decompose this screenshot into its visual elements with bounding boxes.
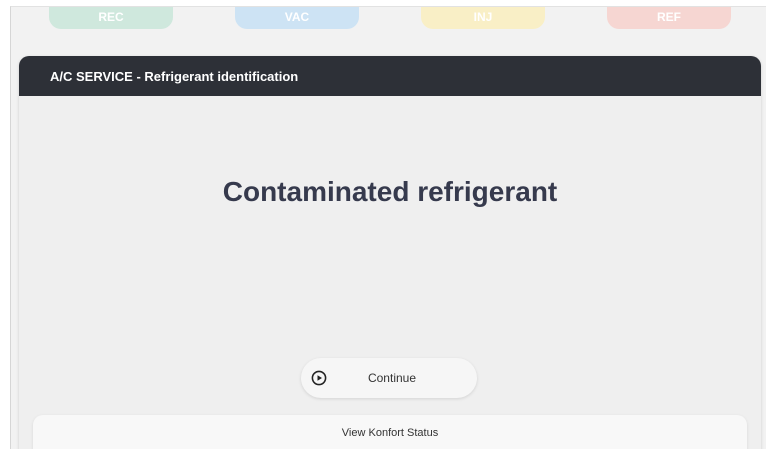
step-tab-rec[interactable]: REC — [49, 7, 173, 29]
view-status-label: View Konfort Status — [341, 427, 439, 439]
service-panel: A/C SERVICE - Refrigerant identification… — [19, 56, 761, 449]
step-tab-inj[interactable]: INJ — [421, 7, 545, 29]
step-tab-label: VAC — [284, 10, 310, 24]
step-tab-label: INJ — [473, 10, 493, 24]
step-tab-vac[interactable]: VAC — [235, 7, 359, 29]
status-message: Contaminated refrigerant — [222, 176, 558, 207]
panel-title: A/C SERVICE - Refrigerant identification — [50, 68, 299, 84]
continue-label: Continue — [367, 371, 417, 385]
continue-button[interactable]: Continue — [301, 358, 477, 398]
app-window: REC VAC INJ REF A/C SERVICE - Refrigeran… — [10, 6, 766, 449]
panel-header: A/C SERVICE - Refrigerant identification — [19, 56, 761, 96]
view-status-button[interactable]: View Konfort Status — [33, 415, 747, 449]
step-tab-label: REC — [98, 10, 124, 24]
step-tab-ref[interactable]: REF — [607, 7, 731, 29]
step-tab-label: REF — [657, 10, 681, 24]
